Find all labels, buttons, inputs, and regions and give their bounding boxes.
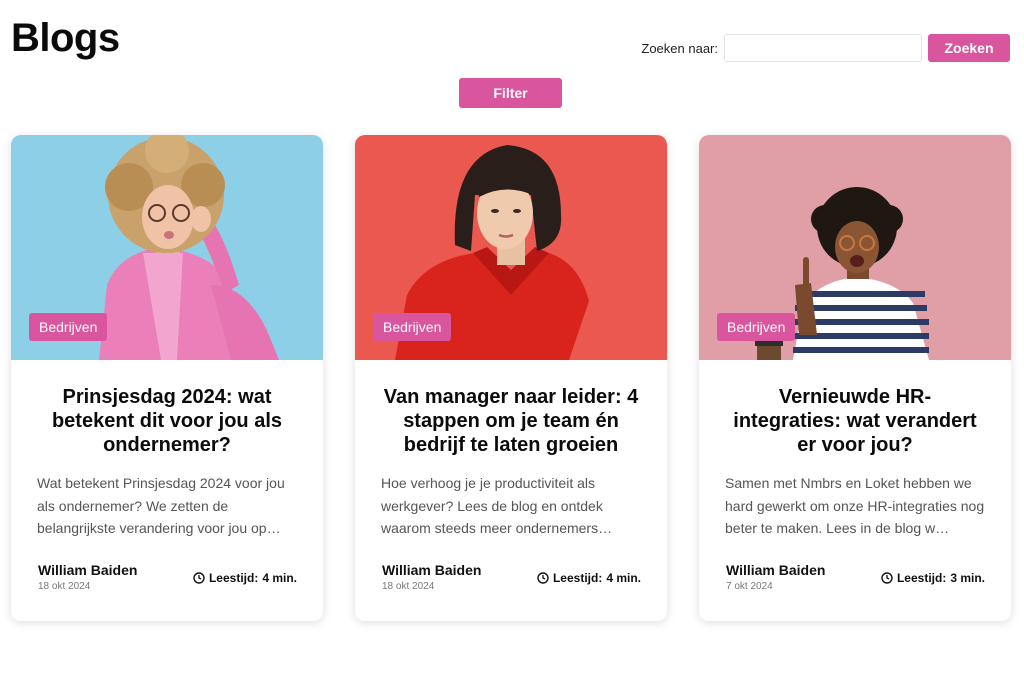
read-time-label: Leestijd: — [896, 571, 947, 585]
read-time: Leestijd: 4 min. — [193, 571, 297, 585]
read-time: Leestijd: 3 min. — [881, 571, 985, 585]
author-name: William Baiden — [726, 562, 826, 578]
blog-card[interactable]: Bedrijven Vernieuwde HR-integraties: wat… — [699, 135, 1011, 621]
filter-button[interactable]: Filter — [459, 78, 562, 108]
blog-card-footer: William Baiden 18 okt 2024 Leestijd: 4 m… — [382, 562, 641, 592]
blog-card[interactable]: Bedrijven Van manager naar leider: 4 sta… — [355, 135, 667, 621]
author-name: William Baiden — [382, 562, 482, 578]
blog-card[interactable]: Bedrijven Prinsjesdag 2024: wat betekent… — [11, 135, 323, 621]
author-block: William Baiden 18 okt 2024 — [382, 562, 481, 592]
author-name: William Baiden — [38, 562, 138, 578]
search-input[interactable] — [724, 34, 922, 62]
blog-card-image[interactable]: Bedrijven — [699, 135, 1011, 360]
read-time-value: 4 min. — [262, 571, 297, 585]
search-button[interactable]: Zoeken — [928, 34, 1010, 62]
clock-icon — [881, 572, 893, 584]
read-time-value: 3 min. — [950, 571, 985, 585]
search-label: Zoeken naar: — [641, 40, 718, 56]
post-date: 18 okt 2024 — [382, 581, 435, 592]
category-badge[interactable]: Bedrijven — [373, 313, 452, 341]
read-time-label: Leestijd: — [208, 571, 259, 585]
search-bar: Zoeken naar: Zoeken — [641, 34, 1010, 62]
blog-card-image[interactable]: Bedrijven — [11, 135, 323, 360]
blog-card-footer: William Baiden 7 okt 2024 Leestijd: 3 mi… — [726, 562, 985, 592]
category-badge[interactable]: Bedrijven — [717, 313, 796, 341]
blog-card-title[interactable]: Van manager naar leider: 4 stappen om je… — [381, 385, 641, 467]
category-badge[interactable]: Bedrijven — [29, 313, 108, 341]
blog-card-image[interactable]: Bedrijven — [355, 135, 667, 360]
blog-card-excerpt: Wat betekent Prinsjesdag 2024 voor jou a… — [37, 475, 285, 536]
author-block: William Baiden 7 okt 2024 — [726, 562, 825, 592]
blog-card-footer: William Baiden 18 okt 2024 Leestijd: 4 m… — [38, 562, 297, 592]
blog-card-title[interactable]: Vernieuwde HR-integraties: wat verandert… — [725, 385, 985, 467]
clock-icon — [193, 572, 205, 584]
read-time: Leestijd: 4 min. — [537, 571, 641, 585]
blog-card-excerpt: Samen met Nmbrs en Loket hebben we hard … — [725, 475, 985, 536]
page-title: Blogs — [11, 16, 120, 60]
post-date: 7 okt 2024 — [726, 581, 773, 592]
author-block: William Baiden 18 okt 2024 — [38, 562, 137, 592]
blog-card-title[interactable]: Prinsjesdag 2024: wat betekent dit voor … — [37, 385, 297, 467]
blog-card-list: Bedrijven Prinsjesdag 2024: wat betekent… — [11, 135, 1011, 621]
read-time-label: Leestijd: — [552, 571, 603, 585]
clock-icon — [537, 572, 549, 584]
post-date: 18 okt 2024 — [38, 581, 91, 592]
blog-card-excerpt: Hoe verhoog je je productiviteit als wer… — [381, 475, 613, 536]
read-time-value: 4 min. — [606, 571, 641, 585]
